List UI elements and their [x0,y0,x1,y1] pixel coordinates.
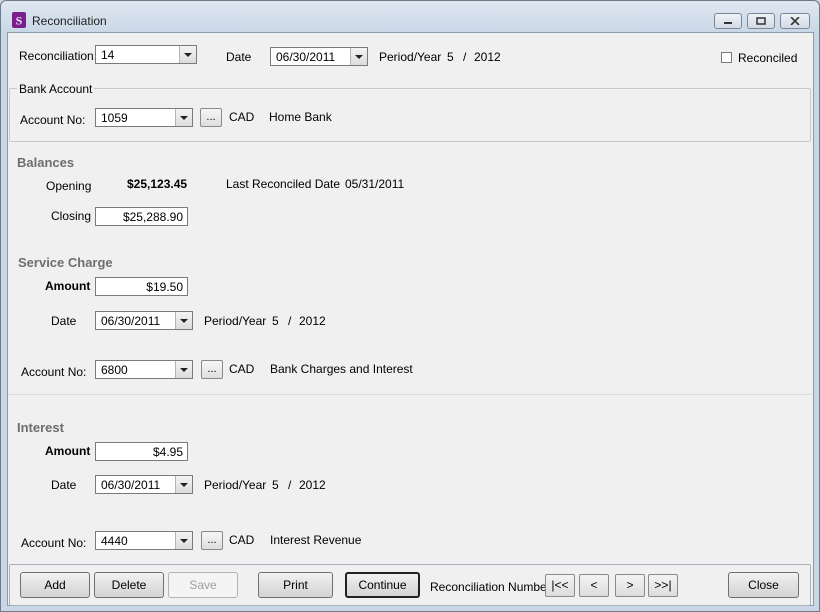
interest-account-name: Interest Revenue [270,533,362,547]
chevron-down-icon[interactable] [175,476,192,493]
bank-account-no-label: Account No: [20,113,86,127]
reconciled-checkbox[interactable] [721,52,732,63]
continue-button[interactable]: Continue [345,572,420,598]
window-title: Reconciliation [32,14,107,28]
reconciliation-value: 14 [101,48,115,62]
period-year-separator: / [463,50,467,64]
opening-value: $25,123.45 [127,177,188,191]
service-account-lookup-button[interactable]: ... [201,360,223,379]
minimize-button[interactable] [714,13,742,29]
maximize-button[interactable] [747,13,775,29]
close-window-button[interactable] [780,13,810,29]
service-period-year-label: Period/Year [204,314,267,328]
last-record-button[interactable]: >>| [648,574,678,597]
save-button[interactable]: Save [168,572,238,598]
bank-account-combo[interactable]: 1059 [95,108,193,127]
bank-account-currency: CAD [229,110,255,124]
print-button[interactable]: Print [258,572,333,598]
interest-date-picker[interactable]: 06/30/2011 [95,475,193,494]
svg-text:S: S [16,14,23,28]
interest-account-combo[interactable]: 4440 [95,531,193,550]
date-label: Date [226,50,252,64]
chevron-down-icon[interactable] [175,312,192,329]
chevron-down-icon[interactable] [175,532,192,549]
interest-period-year-label: Period/Year [204,478,267,492]
interest-year-value: 2012 [299,478,326,492]
interest-amount-input[interactable]: $4.95 [95,442,188,461]
interest-account-lookup-button[interactable]: ... [201,531,223,550]
close-button[interactable]: Close [728,572,799,598]
service-amount-label: Amount [45,279,91,293]
interest-period-year-separator: / [288,478,292,492]
bank-account-value: 1059 [101,111,128,125]
interest-account-currency: CAD [229,533,255,547]
first-record-button[interactable]: |<< [545,574,575,597]
date-picker[interactable]: 06/30/2011 [270,47,368,66]
section-divider [8,394,812,395]
interest-heading: Interest [17,420,64,435]
last-reconciled-label: Last Reconciled Date [226,177,341,191]
bank-account-group-label: Bank Account [17,82,95,96]
interest-account-no-label: Account No: [21,536,87,550]
service-period-year-separator: / [288,314,292,328]
chevron-down-icon[interactable] [350,48,367,65]
delete-button[interactable]: Delete [94,572,164,598]
interest-amount-label: Amount [45,444,91,458]
chevron-down-icon[interactable] [175,361,192,378]
period-year-label: Period/Year [379,50,442,64]
service-date-picker[interactable]: 06/30/2011 [95,311,193,330]
maximize-icon [756,17,766,25]
app-logo-icon: S [12,12,26,28]
close-icon [790,17,800,25]
add-button[interactable]: Add [20,572,90,598]
opening-label: Opening [46,179,92,193]
closing-label: Closing [51,209,92,223]
service-account-currency: CAD [229,362,255,376]
previous-record-button[interactable]: < [579,574,609,597]
reconciliation-label: Reconciliation: [19,49,98,63]
chevron-down-icon[interactable] [175,109,192,126]
service-account-combo[interactable]: 6800 [95,360,193,379]
bank-account-name: Home Bank [269,110,332,124]
period-value: 5 [447,50,454,64]
interest-date-label: Date [51,478,77,492]
service-account-value: 6800 [101,363,128,377]
service-year-value: 2012 [299,314,326,328]
interest-account-value: 4440 [101,534,128,548]
reconciliation-combo[interactable]: 14 [95,45,197,64]
interest-period-value: 5 [272,478,279,492]
service-date-value: 06/30/2011 [101,314,161,328]
balances-heading: Balances [17,155,75,170]
next-record-button[interactable]: > [615,574,645,597]
title-bar[interactable]: S Reconciliation [1,1,819,31]
service-period-value: 5 [272,314,279,328]
closing-balance-input[interactable]: $25,288.90 [95,207,188,226]
service-amount-input[interactable]: $19.50 [95,277,188,296]
service-charge-heading: Service Charge [18,255,113,270]
bank-account-lookup-button[interactable]: ... [200,108,222,127]
interest-date-value: 06/30/2011 [101,478,161,492]
last-reconciled-value: 05/31/2011 [345,177,405,191]
minimize-icon [724,22,732,24]
reconciled-label: Reconciled [738,51,798,65]
service-account-no-label: Account No: [21,365,87,379]
year-value: 2012 [474,50,501,64]
service-date-label: Date [51,314,77,328]
reconciliation-number-label: Reconciliation Number [430,580,551,594]
service-account-name: Bank Charges and Interest [270,362,413,376]
date-value: 06/30/2011 [276,50,336,64]
chevron-down-icon[interactable] [179,46,196,63]
